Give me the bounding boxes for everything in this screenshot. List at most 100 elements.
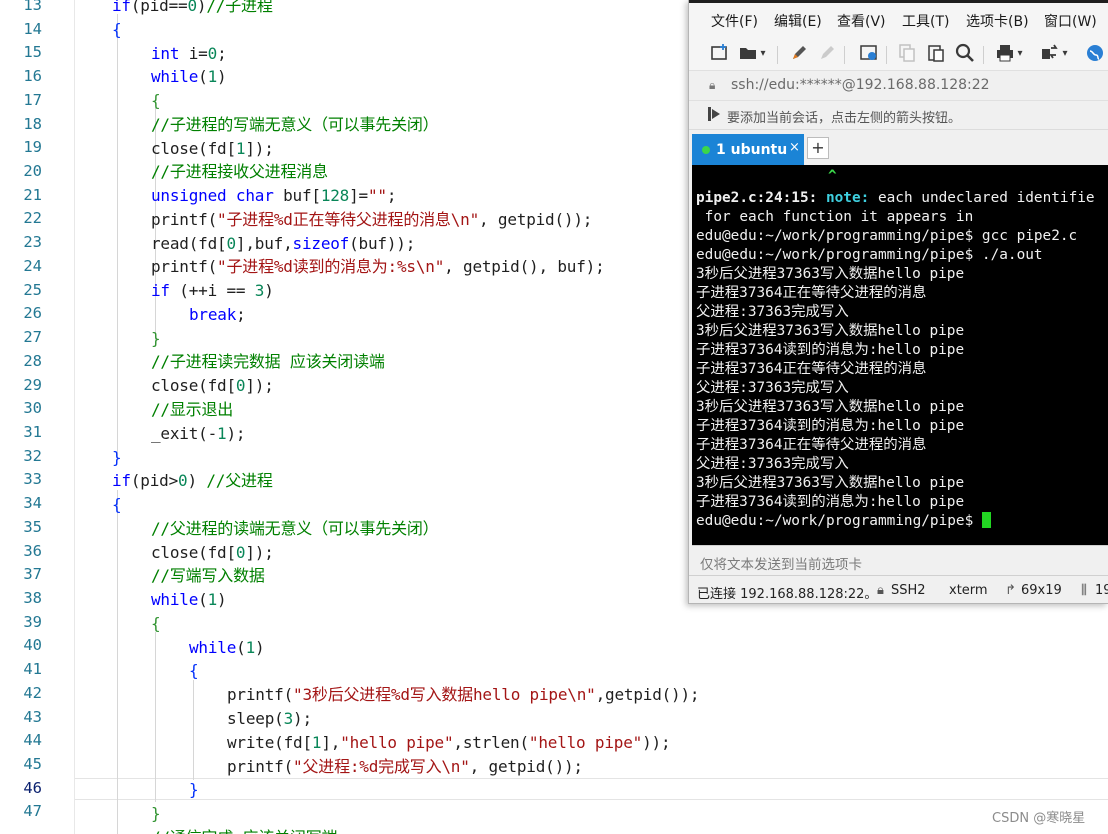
toolbar-separator <box>983 46 984 64</box>
paste-icon[interactable] <box>925 43 947 65</box>
line-number: 36 <box>23 541 42 560</box>
line-number: 13 <box>23 0 42 14</box>
code-token: write(fd[ <box>227 733 312 752</box>
code-line-26: break; <box>189 303 246 327</box>
chevron-down-icon[interactable]: ▾ <box>757 43 769 65</box>
tab-ubuntu[interactable]: 1 ubuntu × <box>692 134 804 166</box>
code-line-14: { <box>112 20 122 39</box>
line-number: 28 <box>23 351 42 370</box>
terminal-line: 子进程37364读到的消息为:hello pipe <box>696 494 965 510</box>
menu-tabs[interactable]: 选项卡(B) <box>966 11 1029 31</box>
send-input-placeholder[interactable]: 仅将文本发送到当前选项卡 <box>700 553 862 573</box>
copy-icon <box>896 43 918 65</box>
terminal-cursor <box>981 512 991 528</box>
find-icon[interactable] <box>954 43 976 65</box>
code-line-48: //通信完成 应该关闭写端 <box>151 826 338 834</box>
terminal-line: 3秒后父进程37363写入数据hello pipe <box>696 475 965 491</box>
globe-icon[interactable] <box>1084 43 1106 65</box>
terminal-line: 子进程37364正在等待父进程的消息 <box>696 361 927 377</box>
terminal-line: edu@edu:~/work/programming/pipe$ gcc pip… <box>696 228 1078 244</box>
open-folder-icon[interactable] <box>737 43 759 65</box>
chevron-down-icon[interactable]: ▾ <box>1014 43 1026 65</box>
line-number: 29 <box>23 375 42 394</box>
transfer-icon[interactable] <box>1039 43 1061 65</box>
code-token: if <box>151 281 170 300</box>
menu-tools[interactable]: 工具(T) <box>902 11 949 31</box>
line-number: 25 <box>23 280 42 299</box>
toolbar-separator <box>844 46 845 64</box>
line-number: 39 <box>23 612 42 631</box>
tab-status-dot <box>702 146 710 154</box>
line-number: 22 <box>23 209 42 228</box>
line-number: 16 <box>23 67 42 86</box>
code-token: ,strlen( <box>453 733 529 752</box>
line-number: 40 <box>23 636 42 655</box>
line-number: 43 <box>23 707 42 726</box>
terminal-line: 3秒后父进程37363写入数据hello pipe <box>696 323 965 339</box>
code-line-35: //父进程的读端无意义（可以事先关闭） <box>151 519 439 538</box>
send-input-bar[interactable]: 仅将文本发送到当前选项卡 <box>692 545 1108 575</box>
gutter-separator <box>74 0 75 834</box>
menu-window[interactable]: 窗口(W) <box>1044 11 1097 31</box>
code-line-23: read(fd[0],buf,sizeof(buf)); <box>151 232 415 256</box>
arrow-session-icon[interactable] <box>707 106 721 126</box>
menu-edit[interactable]: 编辑(E) <box>774 11 822 31</box>
lock-icon: 🔒︎ <box>877 583 884 598</box>
code-line-24: printf("子进程%d读到的消息为:%s\n", getpid(), buf… <box>151 255 605 279</box>
line-number: 42 <box>23 683 42 702</box>
code-token: (pid> <box>130 471 179 490</box>
indent-guide <box>155 632 156 802</box>
code-line-20: //子进程接收父进程消息 <box>151 162 328 181</box>
code-token: )); <box>642 733 671 752</box>
line-number: 19 <box>23 138 42 157</box>
code-token: _exit(- <box>151 424 218 443</box>
line-number: 18 <box>23 114 42 133</box>
code-line-27: } <box>151 329 161 348</box>
pen-icon[interactable] <box>788 43 810 65</box>
code-line-30: //显示退出 <box>151 400 234 419</box>
print-icon[interactable] <box>994 43 1016 65</box>
code-token: ); <box>226 424 246 443</box>
code-line-32: } <box>112 448 122 467</box>
code-line-16: while(1) <box>151 65 227 89</box>
code-token: while <box>151 590 199 609</box>
add-tab-button[interactable]: + <box>807 137 829 159</box>
code-token: ; <box>217 44 227 63</box>
tab-close-icon[interactable]: × <box>789 140 800 155</box>
properties-icon[interactable] <box>858 43 880 65</box>
address-bar[interactable]: 🔒︎ ssh://edu:******@192.168.88.128:22 <box>689 70 1108 100</box>
session-hint-text: 要添加当前会话，点击左侧的箭头按钮。 <box>727 111 962 126</box>
terminal-output[interactable]: ^ pipe2.c:24:15: note: each undeclared i… <box>692 165 1108 545</box>
address-text[interactable]: ssh://edu:******@192.168.88.128:22 <box>731 77 990 93</box>
code-line-44: write(fd[1],"hello pipe",strlen("hello p… <box>227 731 671 755</box>
indent-guide <box>117 490 118 834</box>
resize-icon: ↱ <box>1005 583 1016 598</box>
line-number: 27 <box>23 328 42 347</box>
line-number: 15 <box>23 43 42 62</box>
code-token: printf( <box>151 257 218 276</box>
chevron-down-icon[interactable]: ▾ <box>1059 43 1071 65</box>
tab-label: 1 ubuntu <box>716 142 788 158</box>
code-token: if <box>112 471 131 490</box>
code-line-34: { <box>112 495 122 514</box>
code-line-42: printf("3秒后父进程%d写入数据hello pipe\n",getpid… <box>227 683 700 707</box>
menu-view[interactable]: 查看(V) <box>837 11 886 31</box>
code-token: ; <box>236 305 246 324</box>
code-token: ]); <box>245 139 274 158</box>
status-size: 69x19 <box>1021 583 1062 598</box>
terminal-line: edu@edu:~/work/programming/pipe$ ./a.out <box>696 247 1043 263</box>
line-number: 30 <box>23 399 42 418</box>
code-token: while <box>189 638 237 657</box>
code-token: , getpid()); <box>479 210 593 229</box>
line-number: 44 <box>23 731 42 750</box>
menu-file[interactable]: 文件(F) <box>711 11 758 31</box>
code-token: close(fd[ <box>151 543 236 562</box>
code-token: 1 <box>207 590 218 609</box>
line-number: 37 <box>23 565 42 584</box>
code-line-21: unsigned char buf[128]=""; <box>151 184 397 208</box>
terminal-line: 子进程37364正在等待父进程的消息 <box>696 437 927 453</box>
toolbar-separator <box>886 46 887 64</box>
new-session-icon[interactable] <box>709 43 731 65</box>
code-line-39: { <box>151 614 161 633</box>
lock-icon: 🔒︎ <box>709 78 716 92</box>
